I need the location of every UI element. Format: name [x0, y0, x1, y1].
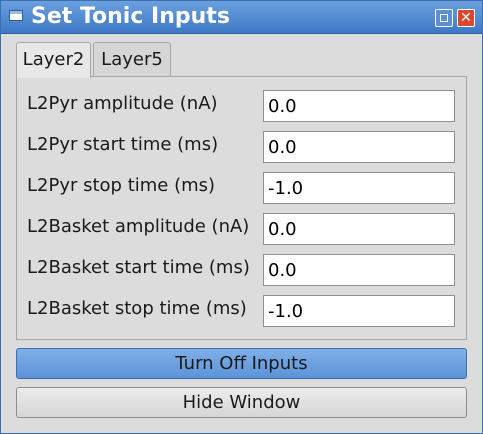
- field-label-l2pyr-amplitude: L2Pyr amplitude (nA): [27, 93, 218, 114]
- window-title: Set Tonic Inputs: [31, 4, 230, 29]
- turn-off-inputs-button[interactable]: Turn Off Inputs: [16, 348, 467, 379]
- hide-window-button[interactable]: Hide Window: [16, 387, 467, 418]
- l2basket-amplitude-input[interactable]: [263, 213, 455, 245]
- l2basket-stop-input[interactable]: [263, 295, 455, 327]
- window-icon[interactable]: [9, 10, 23, 21]
- tab-layer5[interactable]: Layer5: [93, 42, 171, 76]
- l2pyr-stop-input[interactable]: [263, 172, 455, 204]
- field-label-l2basket-start: L2Basket start time (ms): [27, 257, 250, 278]
- field-label-l2pyr-start: L2Pyr start time (ms): [27, 134, 219, 155]
- maximize-icon[interactable]: [435, 9, 453, 27]
- field-label-l2basket-stop: L2Basket stop time (ms): [27, 298, 247, 319]
- tab-layer2[interactable]: Layer2: [16, 42, 91, 78]
- field-label-l2basket-amplitude: L2Basket amplitude (nA): [27, 216, 250, 237]
- l2pyr-start-input[interactable]: [263, 131, 455, 163]
- l2pyr-amplitude-input[interactable]: [263, 90, 455, 122]
- title-bar[interactable]: Set Tonic Inputs ✕: [1, 1, 482, 34]
- field-label-l2pyr-stop: L2Pyr stop time (ms): [27, 175, 216, 196]
- l2basket-start-input[interactable]: [263, 254, 455, 286]
- close-icon[interactable]: ✕: [457, 9, 475, 27]
